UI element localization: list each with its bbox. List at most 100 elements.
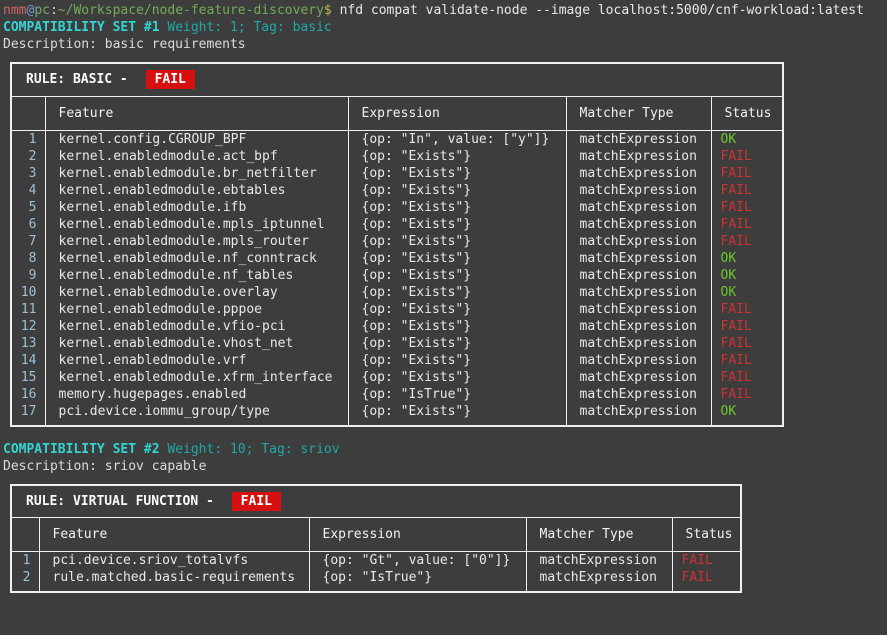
row-number-cell: 1 [11, 552, 39, 570]
matcher-type-cell: matchExpression [566, 335, 711, 352]
status-cell: OK [711, 250, 783, 267]
header-status: Status [672, 518, 741, 552]
table-row: 1 kernel.config.CGROUP_BPF {op: "In", va… [11, 130, 783, 148]
rule-header-row: RULE: VIRTUAL FUNCTION - FAIL [11, 485, 741, 518]
table-row: 6 kernel.enabledmodule.mpls_iptunnel {op… [11, 216, 783, 233]
set-title: COMPATIBILITY SET #2 [3, 442, 160, 457]
table-row: 17 pci.device.iommu_group/type {op: "Exi… [11, 403, 783, 426]
row-number-cell: 5 [11, 199, 45, 216]
feature-cell: memory.hugepages.enabled [45, 386, 348, 403]
expression-cell: {op: "Exists"} [348, 216, 566, 233]
matcher-type-cell: matchExpression [566, 369, 711, 386]
matcher-type-cell: matchExpression [566, 216, 711, 233]
terminal-window: nmm@pc:~/Workspace/node-feature-discover… [0, 0, 887, 593]
feature-cell: kernel.enabledmodule.br_netfilter [45, 165, 348, 182]
set-meta: Weight: 1; Tag: basic [160, 20, 332, 35]
feature-cell: pci.device.sriov_totalvfs [39, 552, 309, 570]
expression-cell: {op: "Exists"} [348, 352, 566, 369]
status-cell: FAIL [711, 233, 783, 250]
header-row-number [11, 96, 45, 130]
status-cell: FAIL [711, 182, 783, 199]
matcher-type-cell: matchExpression [566, 250, 711, 267]
feature-cell: kernel.enabledmodule.xfrm_interface [45, 369, 348, 386]
prompt-colon: : [50, 3, 58, 18]
row-number-cell: 14 [11, 352, 45, 369]
feature-cell: kernel.enabledmodule.act_bpf [45, 148, 348, 165]
table-row: 10 kernel.enabledmodule.overlay {op: "Ex… [11, 284, 783, 301]
feature-cell: rule.matched.basic-requirements [39, 569, 309, 592]
set-title: COMPATIBILITY SET #1 [3, 20, 160, 35]
feature-cell: kernel.enabledmodule.ifb [45, 199, 348, 216]
header-expression: Expression [348, 96, 566, 130]
feature-cell: kernel.enabledmodule.nf_tables [45, 267, 348, 284]
expression-cell: {op: "Exists"} [348, 233, 566, 250]
matcher-type-cell: matchExpression [566, 199, 711, 216]
matcher-type-cell: matchExpression [566, 182, 711, 199]
matcher-type-cell: matchExpression [526, 552, 672, 570]
expression-cell: {op: "Exists"} [348, 403, 566, 426]
matcher-type-cell: matchExpression [566, 301, 711, 318]
table-row: 16 memory.hugepages.enabled {op: "IsTrue… [11, 386, 783, 403]
column-header-row: Feature Expression Matcher Type Status [11, 518, 741, 552]
status-cell: FAIL [711, 318, 783, 335]
header-feature: Feature [39, 518, 309, 552]
expression-cell: {op: "Exists"} [348, 182, 566, 199]
prompt-user: nmm [3, 3, 26, 18]
table-row: 5 kernel.enabledmodule.ifb {op: "Exists"… [11, 199, 783, 216]
row-number-cell: 9 [11, 267, 45, 284]
feature-cell: kernel.enabledmodule.pppoe [45, 301, 348, 318]
row-number-cell: 10 [11, 284, 45, 301]
table-row: 2 rule.matched.basic-requirements {op: "… [11, 569, 741, 592]
header-matcher-type: Matcher Type [566, 96, 711, 130]
command-text: nfd compat validate-node --image localho… [340, 3, 864, 18]
row-number-cell: 11 [11, 301, 45, 318]
status-cell: OK [711, 130, 783, 148]
header-row-number [11, 518, 39, 552]
compat-table-1: RULE: BASIC - FAIL Feature Expression Ma… [10, 62, 784, 427]
table-row: 14 kernel.enabledmodule.vrf {op: "Exists… [11, 352, 783, 369]
status-cell: OK [711, 267, 783, 284]
row-number-cell: 8 [11, 250, 45, 267]
table-row: 4 kernel.enabledmodule.ebtables {op: "Ex… [11, 182, 783, 199]
header-feature: Feature [45, 96, 348, 130]
expression-cell: {op: "Gt", value: ["0"]} [309, 552, 526, 570]
prompt-host: pc [34, 3, 50, 18]
column-header-row: Feature Expression Matcher Type Status [11, 96, 783, 130]
status-cell: FAIL [711, 148, 783, 165]
expression-cell: {op: "IsTrue"} [309, 569, 526, 592]
table-row: 2 kernel.enabledmodule.act_bpf {op: "Exi… [11, 148, 783, 165]
table-row: 15 kernel.enabledmodule.xfrm_interface {… [11, 369, 783, 386]
expression-cell: {op: "Exists"} [348, 318, 566, 335]
status-cell: FAIL [711, 386, 783, 403]
rule-status-badge: FAIL [232, 492, 281, 511]
status-cell: FAIL [711, 352, 783, 369]
status-cell: FAIL [672, 569, 741, 592]
row-number-cell: 12 [11, 318, 45, 335]
expression-cell: {op: "Exists"} [348, 369, 566, 386]
feature-cell: kernel.enabledmodule.nf_conntrack [45, 250, 348, 267]
row-number-cell: 17 [11, 403, 45, 426]
status-cell: FAIL [711, 335, 783, 352]
table-row: 7 kernel.enabledmodule.mpls_router {op: … [11, 233, 783, 250]
table-row: 13 kernel.enabledmodule.vhost_net {op: "… [11, 335, 783, 352]
expression-cell: {op: "Exists"} [348, 335, 566, 352]
matcher-type-cell: matchExpression [566, 233, 711, 250]
set-meta: Weight: 10; Tag: sriov [160, 442, 340, 457]
status-cell: OK [711, 403, 783, 426]
row-number-cell: 16 [11, 386, 45, 403]
row-number-cell: 15 [11, 369, 45, 386]
status-cell: FAIL [711, 199, 783, 216]
expression-cell: {op: "Exists"} [348, 301, 566, 318]
row-number-cell: 1 [11, 130, 45, 148]
status-cell: OK [711, 284, 783, 301]
table-row: 1 pci.device.sriov_totalvfs {op: "Gt", v… [11, 552, 741, 570]
matcher-type-cell: matchExpression [566, 386, 711, 403]
rule-header-row: RULE: BASIC - FAIL [11, 63, 783, 96]
feature-cell: kernel.enabledmodule.vhost_net [45, 335, 348, 352]
row-number-cell: 2 [11, 148, 45, 165]
matcher-type-cell: matchExpression [566, 284, 711, 301]
header-matcher-type: Matcher Type [526, 518, 672, 552]
prompt-dollar: $ [324, 3, 340, 18]
expression-cell: {op: "Exists"} [348, 148, 566, 165]
expression-cell: {op: "IsTrue"} [348, 386, 566, 403]
